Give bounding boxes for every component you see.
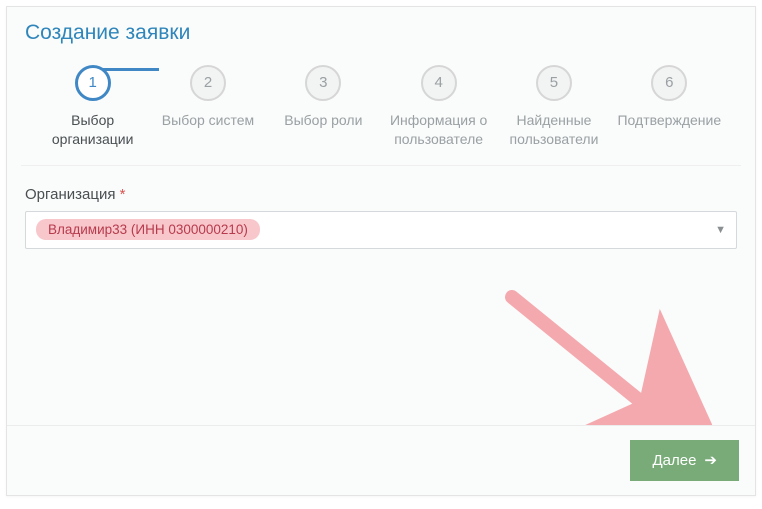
step-4-label: Информация о пользователе — [381, 111, 496, 149]
step-5[interactable]: 5 Найденные пользователи — [496, 65, 611, 149]
step-5-number: 5 — [536, 65, 572, 101]
arrow-right-icon: ➔ — [704, 453, 717, 468]
next-button-label: Далее — [652, 452, 696, 469]
step-1-label: Выбор организации — [35, 111, 150, 149]
chevron-down-icon: ▼ — [715, 224, 726, 236]
org-select[interactable]: Владимир33 (ИНН 0300000210) ▼ — [25, 211, 737, 249]
step-3-label: Выбор роли — [266, 111, 381, 130]
step-2-label: Выбор систем — [150, 111, 265, 130]
step-6-number: 6 — [651, 65, 687, 101]
step-2[interactable]: 2 Выбор систем — [150, 65, 265, 130]
step-2-number: 2 — [190, 65, 226, 101]
org-label-text: Организация — [25, 186, 115, 203]
step-3-number: 3 — [305, 65, 341, 101]
step-3[interactable]: 3 Выбор роли — [266, 65, 381, 130]
step-1-number: 1 — [75, 65, 111, 101]
form-area: Организация * Владимир33 (ИНН 0300000210… — [7, 166, 755, 249]
step-4[interactable]: 4 Информация о пользователе — [381, 65, 496, 149]
step-4-number: 4 — [421, 65, 457, 101]
step-6[interactable]: 6 Подтверждение — [612, 65, 727, 130]
connector-1-2 — [99, 68, 159, 71]
step-6-label: Подтверждение — [612, 111, 727, 130]
org-selected-value: Владимир33 (ИНН 0300000210) — [36, 219, 260, 240]
footer: Далее ➔ — [7, 425, 755, 495]
next-button[interactable]: Далее ➔ — [630, 440, 739, 481]
wizard-card: Создание заявки 1 Выбор организации 2 Вы… — [6, 6, 756, 496]
step-5-label: Найденные пользователи — [496, 111, 611, 149]
stepper: 1 Выбор организации 2 Выбор систем 3 Выб… — [7, 51, 755, 149]
org-label: Организация * — [25, 186, 737, 203]
page-title: Создание заявки — [7, 7, 755, 51]
step-1[interactable]: 1 Выбор организации — [35, 65, 150, 149]
required-mark: * — [120, 186, 126, 203]
